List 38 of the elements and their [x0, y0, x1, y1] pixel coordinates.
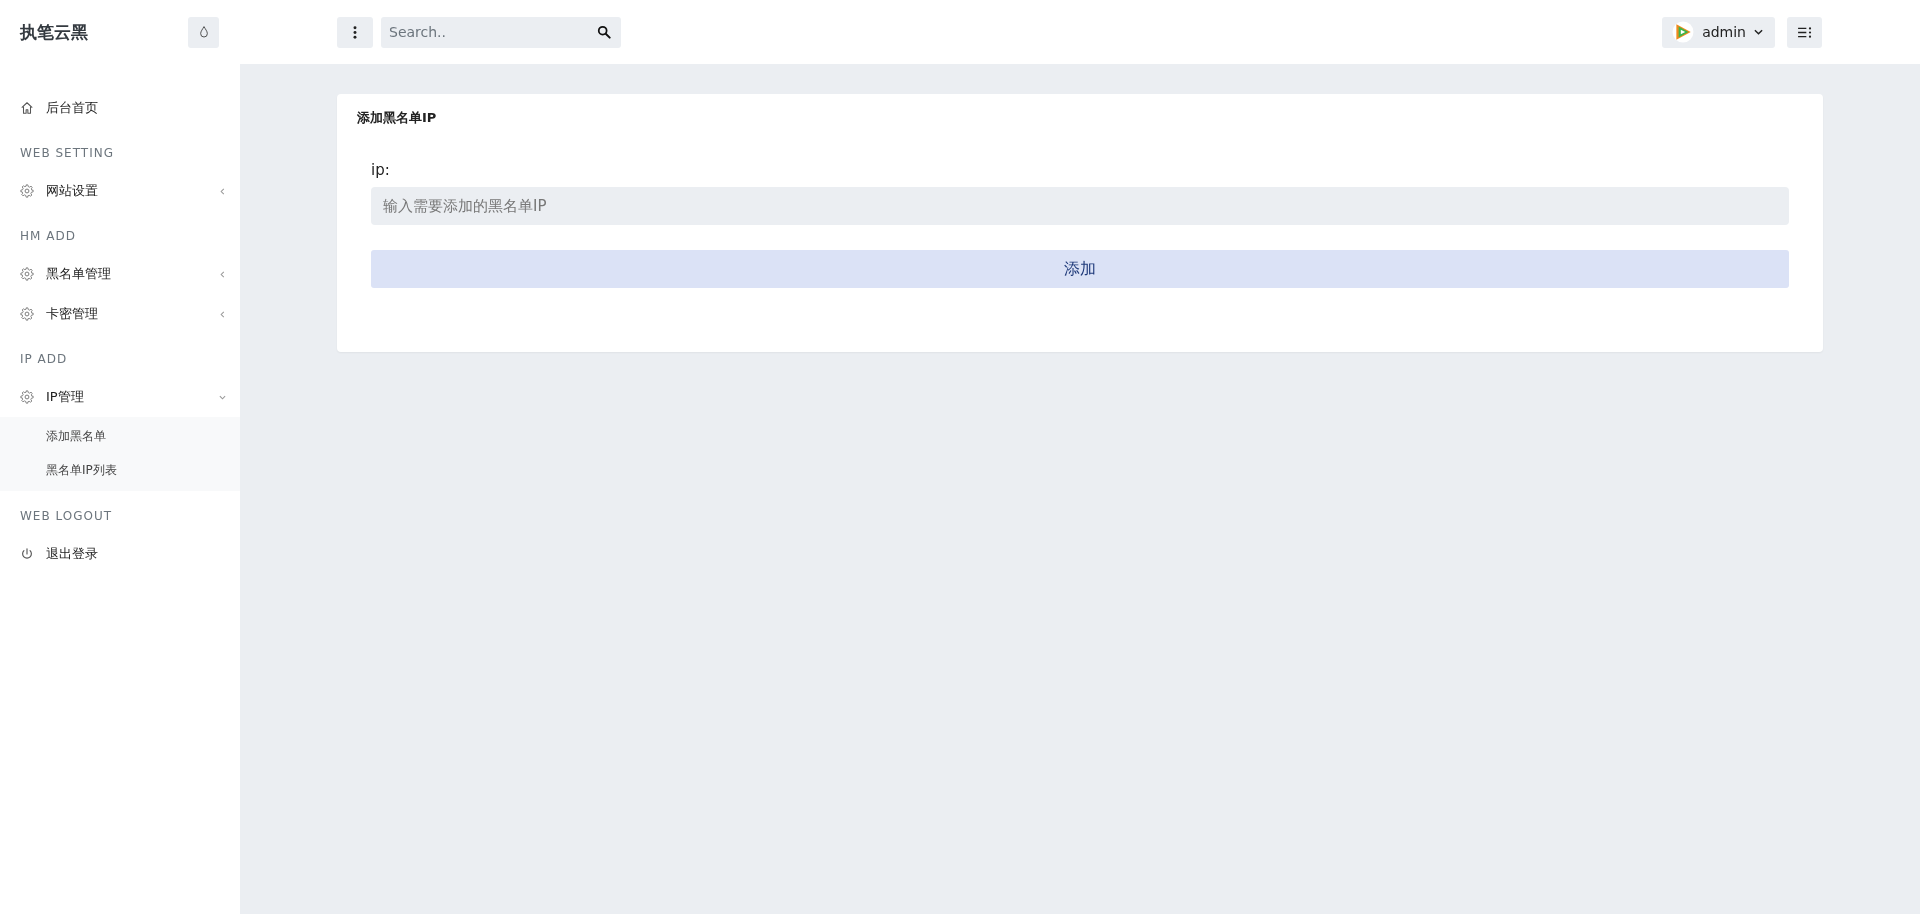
chevron-left-icon: [219, 310, 226, 318]
chevron-down-icon: [219, 393, 226, 401]
gear-icon: [20, 307, 34, 321]
avatar-icon: [1672, 21, 1695, 43]
droplet-icon: [198, 25, 209, 39]
card-title: 添加黑名单IP: [356, 109, 438, 127]
menu-button[interactable]: [1787, 16, 1822, 48]
section-heading: WEB SETTING: [19, 145, 115, 162]
submenu-item[interactable]: 黑名单IP列表: [0, 453, 240, 487]
sidebar-item[interactable]: 黑名单管理: [0, 254, 240, 294]
chevron-down-icon: [1754, 29, 1763, 35]
chevron-left-icon: [219, 270, 226, 278]
vertical-dots-icon: [353, 25, 357, 39]
chevron-left-icon: [219, 187, 226, 195]
gear-icon: [20, 390, 34, 404]
sidebar-item[interactable]: 卡密管理: [0, 294, 240, 334]
search-icon: [597, 24, 611, 39]
sidebar-item[interactable]: IP管理: [0, 377, 240, 417]
section-heading: HM ADD: [19, 228, 77, 245]
theme-button[interactable]: [188, 16, 219, 48]
sidebar-item[interactable]: 网站设置: [0, 171, 240, 211]
sidebar-item[interactable]: 后台首页: [0, 88, 240, 128]
gear-icon: [20, 267, 34, 281]
add-button[interactable]: 添加: [371, 250, 1789, 288]
gear-icon: [20, 184, 34, 198]
home-icon: [20, 101, 34, 115]
user-menu-button[interactable]: admin: [1662, 16, 1775, 48]
section-heading: IP ADD: [19, 351, 69, 368]
more-button[interactable]: [337, 16, 373, 48]
field-label: ip:: [371, 161, 391, 179]
site-logo-text: 执笔云黑: [20, 20, 88, 44]
section-heading: WEB LOGOUT: [19, 508, 114, 525]
search-field[interactable]: Search..: [381, 16, 621, 48]
submenu-item[interactable]: 添加黑名单: [0, 419, 240, 453]
menu-icon: [1797, 26, 1812, 38]
ip-input-field[interactable]: 输入需要添加的黑名单IP: [371, 187, 1789, 225]
sidebar-item[interactable]: 退出登录: [0, 534, 240, 574]
power-icon: [20, 547, 34, 561]
